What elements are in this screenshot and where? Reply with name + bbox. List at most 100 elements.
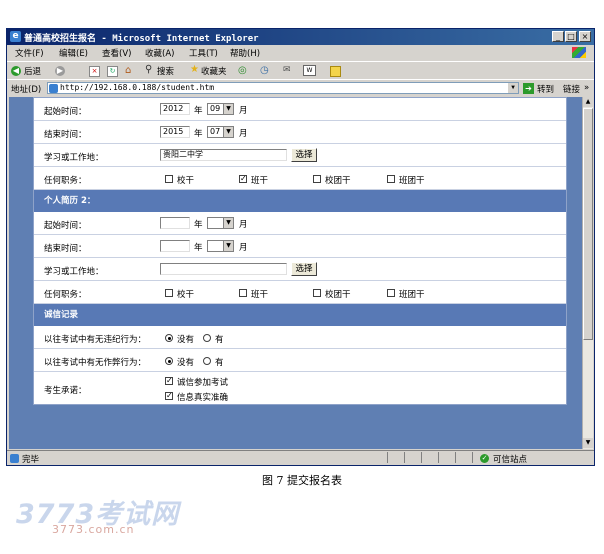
pledge-row: 考生承诺： ✓ 诚信参加考试 ✓ 信息真实准确 xyxy=(34,372,566,405)
chevron-down-icon[interactable]: ▼ xyxy=(223,127,233,137)
title-bar: e 普通高校招生报名 - Microsoft Internet Explorer… xyxy=(7,29,594,45)
end-month-value: 07 xyxy=(210,127,221,136)
scroll-up-icon[interactable]: ▲ xyxy=(583,97,593,107)
duty-checkbox-class-cadre[interactable] xyxy=(239,289,247,297)
edit-icon[interactable]: W xyxy=(303,65,316,76)
no-option-label: 没有 xyxy=(177,358,195,368)
links-chevron-icon[interactable]: » xyxy=(584,83,589,93)
duty-option-label: 班团干 xyxy=(399,290,425,300)
pledge-honest-label: 诚信参加考试 xyxy=(177,378,229,388)
menu-edit[interactable]: 编辑(E) xyxy=(59,47,88,59)
trusted-site-icon: ✓ xyxy=(480,454,489,463)
menu-help[interactable]: 帮助(H) xyxy=(230,47,260,59)
violation-yes-radio[interactable] xyxy=(203,334,211,342)
place-label: 学习或工作地： xyxy=(44,267,104,277)
year-unit: 年 xyxy=(194,243,203,253)
status-divider xyxy=(387,452,478,463)
start-month-select[interactable]: ▼ xyxy=(207,217,234,229)
select-place-button[interactable]: 选择 xyxy=(291,262,317,276)
page-content: 起始时间： 2012 年 09 ▼ 月 结束时间： 2015 年 07 ▼ 月 学习… xyxy=(9,97,582,449)
cheating-no-radio[interactable] xyxy=(165,357,173,365)
chevron-down-icon[interactable]: ▼ xyxy=(223,104,233,114)
windows-logo-icon xyxy=(572,47,586,58)
place-input[interactable]: 贵阳二中学 xyxy=(160,149,287,161)
cheating-yes-radio[interactable] xyxy=(203,357,211,365)
duty-checkbox-school-cadre[interactable] xyxy=(165,175,173,183)
scroll-thumb[interactable] xyxy=(583,108,593,340)
start-year-input[interactable] xyxy=(160,217,190,229)
address-url: http://192.168.0.188/student.htm xyxy=(60,83,215,92)
menu-view[interactable]: 查看(V) xyxy=(102,47,131,59)
page-icon xyxy=(49,84,58,93)
search-icon[interactable]: ⚲ xyxy=(145,64,152,75)
end-time-row-2: 结束时间： 年 ▼ 月 xyxy=(34,235,566,258)
links-button[interactable]: 链接 xyxy=(563,83,580,95)
end-year-input[interactable] xyxy=(160,240,190,252)
maximize-button[interactable]: □ xyxy=(565,31,577,42)
start-time-row-1: 起始时间： 2012 年 09 ▼ 月 xyxy=(34,98,566,121)
history-icon[interactable]: ◷ xyxy=(260,65,269,76)
scroll-down-icon[interactable]: ▼ xyxy=(583,438,593,448)
end-time-label: 结束时间： xyxy=(44,244,87,254)
pledge-accurate-checkbox[interactable]: ✓ xyxy=(165,392,173,400)
start-month-value: 09 xyxy=(210,104,221,113)
media-icon[interactable]: ◎ xyxy=(238,65,247,76)
browser-window: e 普通高校招生报名 - Microsoft Internet Explorer… xyxy=(6,28,595,466)
start-month-select[interactable]: 09 ▼ xyxy=(207,103,234,115)
start-year-input[interactable]: 2012 xyxy=(160,103,190,115)
chevron-down-icon[interactable]: ▼ xyxy=(223,218,233,228)
duty-label: 任何职务： xyxy=(44,290,87,300)
select-place-button[interactable]: 选择 xyxy=(291,148,317,162)
duty-checkbox-class-league[interactable] xyxy=(387,175,395,183)
close-button[interactable]: × xyxy=(579,31,591,42)
forward-icon[interactable]: ▶ xyxy=(55,66,65,76)
section-header-resume-2: 个人简历 2： xyxy=(34,190,566,212)
duty-option-label: 班干 xyxy=(251,176,269,186)
mail-icon[interactable]: ✉ xyxy=(283,65,291,75)
duty-checkbox-school-league[interactable] xyxy=(313,289,321,297)
home-icon[interactable]: ⌂ xyxy=(125,65,131,76)
address-dropdown-icon[interactable]: ▼ xyxy=(508,83,518,93)
address-bar: 地址(D) http://192.168.0.188/student.htm ▼… xyxy=(7,79,594,97)
status-text: 完毕 xyxy=(22,455,40,465)
messenger-icon[interactable] xyxy=(330,66,341,77)
duty-option-label: 校团干 xyxy=(325,290,351,300)
violation-question: 以往考试中有无违纪行为： xyxy=(44,335,147,345)
yes-option-label: 有 xyxy=(215,358,224,368)
place-row-1: 学习或工作地： 贵阳二中学 选择 xyxy=(34,144,566,167)
duty-row-1: 任何职务： 校干 ✓ 班干 校团干 班团干 xyxy=(34,167,566,190)
no-option-label: 没有 xyxy=(177,335,195,345)
go-button[interactable]: 转到 xyxy=(537,83,554,95)
back-button-label[interactable]: 后退 xyxy=(24,65,41,77)
minimize-button[interactable]: _ xyxy=(552,31,564,42)
menu-tools[interactable]: 工具(T) xyxy=(189,47,218,59)
duty-checkbox-school-league[interactable] xyxy=(313,175,321,183)
duty-checkbox-class-league[interactable] xyxy=(387,289,395,297)
duty-option-label: 班干 xyxy=(251,290,269,300)
menu-file[interactable]: 文件(F) xyxy=(15,47,44,59)
vertical-scrollbar[interactable]: ▲ ▼ xyxy=(582,97,593,449)
back-icon[interactable]: ◀ xyxy=(11,66,21,76)
favorites-star-icon[interactable]: ★ xyxy=(190,64,199,75)
menu-favorites[interactable]: 收藏(A) xyxy=(145,47,174,59)
chevron-down-icon[interactable]: ▼ xyxy=(223,241,233,251)
end-year-input[interactable]: 2015 xyxy=(160,126,190,138)
year-unit: 年 xyxy=(194,220,203,230)
address-input[interactable]: http://192.168.0.188/student.htm ▼ xyxy=(47,82,519,94)
search-button-label[interactable]: 搜索 xyxy=(157,65,174,77)
stop-icon[interactable]: × xyxy=(89,66,100,77)
favorites-button-label[interactable]: 收藏夹 xyxy=(201,65,227,77)
watermark-url: 3773.com.cn xyxy=(52,523,135,536)
pledge-honest-checkbox[interactable]: ✓ xyxy=(165,377,173,385)
cheating-row: 以往考试中有无作弊行为： 没有 有 xyxy=(34,349,566,372)
go-arrow-icon[interactable]: ➔ xyxy=(523,83,534,94)
duty-checkbox-school-cadre[interactable] xyxy=(165,289,173,297)
violation-no-radio[interactable] xyxy=(165,334,173,342)
refresh-icon[interactable]: ↻ xyxy=(107,66,118,77)
end-month-select[interactable]: ▼ xyxy=(207,240,234,252)
duty-checkbox-class-cadre[interactable]: ✓ xyxy=(239,175,247,183)
end-month-select[interactable]: 07 ▼ xyxy=(207,126,234,138)
duty-option-label: 校干 xyxy=(177,290,195,300)
place-input[interactable] xyxy=(160,263,287,275)
place-row-2: 学习或工作地： 选择 xyxy=(34,258,566,281)
